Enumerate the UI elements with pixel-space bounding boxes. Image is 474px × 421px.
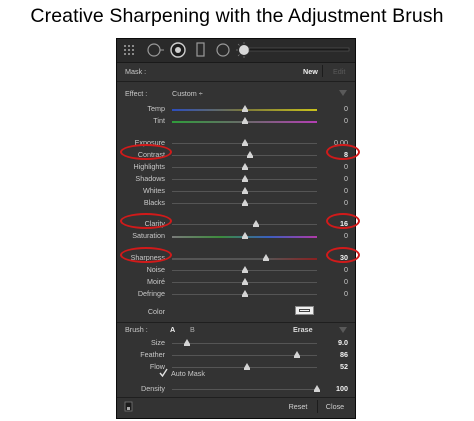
contrast-slider-track[interactable] — [172, 155, 317, 156]
clarity-value-highlight — [326, 213, 360, 229]
graduated-filter-icon[interactable] — [195, 42, 207, 58]
defringe-slider-thumb[interactable] — [241, 290, 248, 297]
divider — [117, 81, 355, 82]
saturation-value[interactable]: 0 — [324, 231, 348, 240]
auto-mask-checkbox[interactable] — [159, 368, 168, 377]
blacks-slider-thumb[interactable] — [241, 199, 248, 206]
sharpness-label-highlight — [120, 247, 172, 263]
brush-label: Brush : — [125, 325, 148, 334]
size-slider-thumb[interactable] — [183, 339, 190, 346]
clarity-slider-track[interactable] — [172, 224, 317, 225]
tint-label: Tint — [153, 116, 165, 125]
highlights-label: Highlights — [133, 162, 165, 171]
mask-label: Mask : — [125, 67, 147, 76]
reset-button[interactable]: Reset — [285, 400, 311, 413]
blacks-value[interactable]: 0 — [324, 198, 348, 207]
effect-preset-select[interactable]: Custom ÷ — [172, 89, 203, 98]
feather-slider-thumb[interactable] — [293, 351, 300, 358]
page-title: Creative Sharpening with the Adjustment … — [30, 5, 444, 27]
flow-value[interactable]: 52 — [324, 362, 348, 371]
density-slider-thumb[interactable] — [314, 385, 320, 392]
adjustment-brush-icon[interactable] — [235, 41, 353, 59]
moire-value[interactable]: 0 — [324, 277, 348, 286]
density-value[interactable]: 100 — [324, 384, 348, 393]
density-slider-track[interactable] — [172, 389, 317, 390]
defringe-label: Defringe — [137, 289, 165, 298]
size-label: Size — [151, 338, 165, 347]
sharpness-value-highlight — [326, 247, 360, 263]
edit-mask-button[interactable]: Edit — [333, 67, 345, 76]
feather-label: Feather — [140, 350, 165, 359]
contrast-slider-thumb[interactable] — [247, 151, 254, 158]
clarity-label-highlight — [120, 213, 172, 229]
divider — [322, 65, 323, 77]
shadows-slider-thumb[interactable] — [241, 175, 248, 182]
sharpness-slider-track[interactable] — [172, 258, 317, 260]
grid-icon[interactable] — [123, 44, 137, 56]
density-label: Density — [141, 384, 165, 393]
saturation-label: Saturation — [132, 231, 165, 240]
blacks-label: Blacks — [143, 198, 165, 207]
auto-mask-label: Auto Mask — [171, 369, 205, 378]
feather-value[interactable]: 86 — [324, 350, 348, 359]
contrast-label-highlight — [120, 144, 172, 160]
divider — [117, 322, 355, 323]
moire-label: Moiré — [147, 277, 165, 286]
swatch-cross-icon — [299, 309, 310, 312]
exposure-slider-thumb[interactable] — [241, 139, 248, 146]
flow-label: Flow — [149, 362, 165, 371]
brush-b-button[interactable]: B — [190, 325, 195, 334]
moire-slider-thumb[interactable] — [241, 278, 248, 285]
color-swatch[interactable] — [295, 306, 314, 315]
highlights-value[interactable]: 0 — [324, 162, 348, 171]
close-button[interactable]: Close — [321, 400, 349, 413]
new-mask-button[interactable]: New — [303, 67, 318, 76]
shadows-value[interactable]: 0 — [324, 174, 348, 183]
spot-removal-icon[interactable] — [145, 42, 165, 58]
toggle-switch-icon[interactable] — [124, 401, 133, 412]
temp-slider-thumb[interactable] — [241, 105, 248, 112]
collapse-triangle-icon[interactable] — [339, 327, 347, 333]
size-slider-track[interactable] — [172, 343, 317, 344]
clarity-slider-thumb[interactable] — [253, 220, 260, 227]
saturation-slider-thumb[interactable] — [241, 232, 248, 239]
defringe-value[interactable]: 0 — [324, 289, 348, 298]
sharpness-slider-thumb[interactable] — [263, 254, 270, 261]
collapse-triangle-icon[interactable] — [339, 90, 347, 96]
tint-value[interactable]: 0 — [324, 116, 348, 125]
temp-label: Temp — [147, 104, 165, 113]
size-value[interactable]: 9.0 — [324, 338, 348, 347]
divider — [117, 397, 355, 398]
whites-slider-thumb[interactable] — [241, 187, 248, 194]
highlights-slider-thumb[interactable] — [241, 163, 248, 170]
temp-value[interactable]: 0 — [324, 104, 348, 113]
tool-strip — [117, 39, 355, 63]
noise-value[interactable]: 0 — [324, 265, 348, 274]
brush-a-button[interactable]: A — [170, 325, 175, 334]
color-label: Color — [147, 307, 165, 316]
erase-button[interactable]: Erase — [293, 325, 313, 334]
tint-slider-thumb[interactable] — [241, 117, 248, 124]
whites-value[interactable]: 0 — [324, 186, 348, 195]
shadows-label: Shadows — [135, 174, 165, 183]
radial-filter-icon[interactable] — [215, 42, 231, 58]
red-eye-icon[interactable] — [169, 42, 187, 58]
whites-label: Whites — [143, 186, 165, 195]
noise-label: Noise — [146, 265, 165, 274]
divider — [317, 400, 318, 413]
effect-label: Effect : — [125, 89, 148, 98]
contrast-value-highlight — [326, 144, 360, 160]
flow-slider-thumb[interactable] — [244, 363, 251, 370]
noise-slider-thumb[interactable] — [241, 266, 248, 273]
